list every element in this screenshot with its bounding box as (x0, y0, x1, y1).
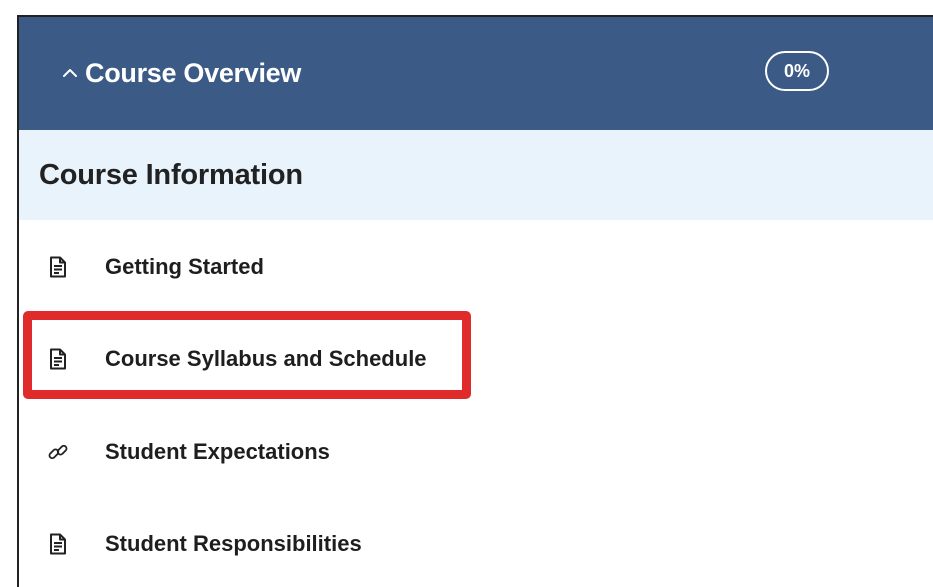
section-header-course-information[interactable]: Course Information (19, 130, 933, 220)
section-title: Course Information (39, 158, 303, 191)
list-item-label: Student Responsibilities (105, 531, 362, 556)
collapse-course-overview-toggle[interactable]: Course Overview (61, 55, 301, 91)
document-icon (47, 255, 69, 279)
document-icon (47, 532, 69, 556)
list-item-label: Getting Started (105, 254, 264, 279)
list-item-course-syllabus-and-schedule[interactable]: Course Syllabus and Schedule (19, 328, 933, 390)
list-item-label: Course Syllabus and Schedule (105, 346, 427, 371)
list-item-student-expectations[interactable]: Student Expectations (19, 421, 933, 483)
course-outline-panel: Course Overview 0% Course Information Ge… (17, 15, 933, 587)
progress-badge: 0% (765, 51, 829, 91)
chevron-up-icon (63, 69, 77, 77)
list-item-label: Student Expectations (105, 439, 330, 464)
document-icon (47, 347, 69, 371)
link-icon (47, 440, 69, 464)
list-item-student-responsibilities[interactable]: Student Responsibilities (19, 513, 933, 575)
course-overview-title: Course Overview (85, 57, 302, 88)
list-item-getting-started[interactable]: Getting Started (19, 236, 933, 298)
course-overview-header: Course Overview 0% (19, 17, 933, 130)
